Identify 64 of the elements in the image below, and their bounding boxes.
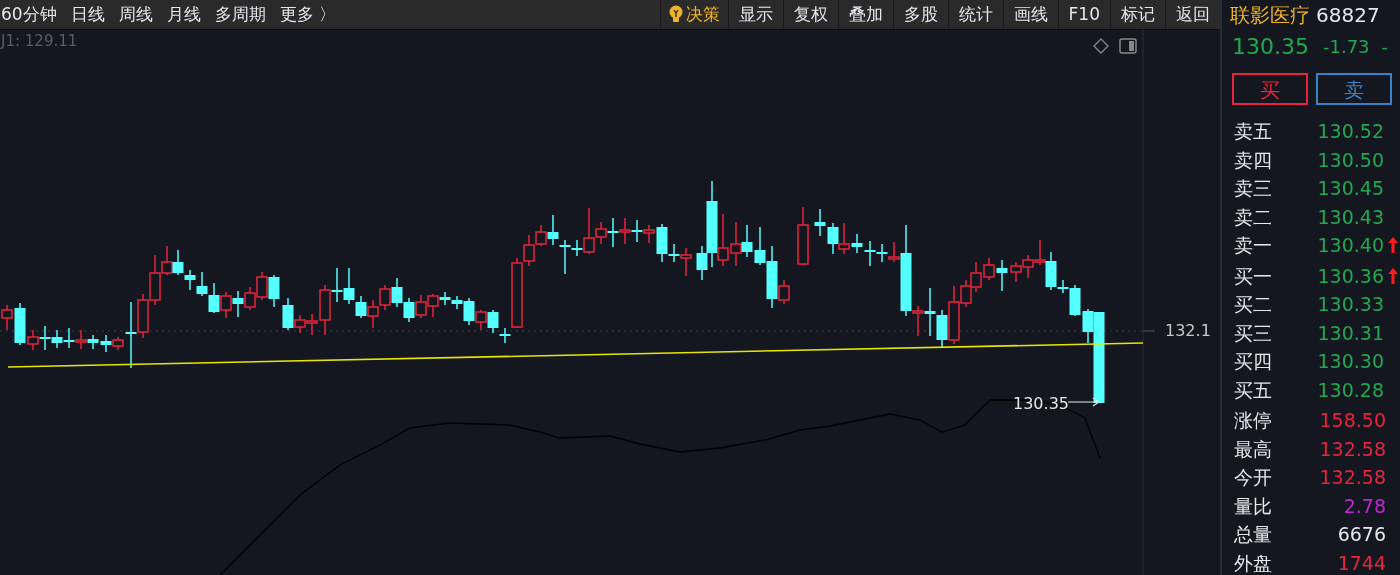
- stat-label: 总量: [1234, 522, 1272, 547]
- stat-label: 外盘: [1234, 550, 1272, 575]
- stat-label: 今开: [1234, 465, 1272, 490]
- sell-button[interactable]: 卖: [1316, 73, 1392, 105]
- order-level-label: 买一: [1234, 263, 1273, 289]
- diamond-icon[interactable]: [1093, 38, 1109, 54]
- toolbar-button[interactable]: 复权: [782, 0, 838, 29]
- price-change: -1.73: [1323, 35, 1370, 59]
- axis-tick: [1142, 330, 1156, 332]
- period-tab[interactable]: 多周期: [214, 1, 266, 28]
- stat-value: 2.78: [1343, 493, 1386, 519]
- toolbar-button[interactable]: 显示: [727, 0, 783, 29]
- up-arrow-icon: [1388, 267, 1398, 284]
- stat-value: 132.58: [1319, 465, 1386, 490]
- up-arrow-icon: [1388, 237, 1398, 254]
- pointer-arrow-icon: [1068, 397, 1100, 407]
- toolbar-button[interactable]: 叠加: [837, 0, 893, 29]
- stat-label: 涨停: [1234, 408, 1272, 433]
- order-level-label: 买五: [1234, 377, 1273, 403]
- order-price: 130.50: [1317, 147, 1384, 173]
- period-tab[interactable]: 日线: [70, 1, 105, 28]
- toolbar-button[interactable]: F10: [1057, 0, 1110, 29]
- order-price: 130.36: [1317, 263, 1384, 289]
- order-price: 130.33: [1317, 292, 1384, 317]
- order-price: 130.52: [1317, 119, 1384, 144]
- toolbar-button[interactable]: 标记: [1110, 0, 1165, 29]
- change-percent: -: [1381, 35, 1389, 59]
- buy-button[interactable]: 买: [1232, 73, 1308, 105]
- order-level-label: 卖四: [1234, 147, 1273, 173]
- order-price: 130.30: [1317, 349, 1384, 374]
- period-tab[interactable]: 更多 〉: [279, 1, 337, 28]
- stat-value: 6676: [1337, 522, 1386, 547]
- last-price-label: 130.35: [1013, 393, 1069, 415]
- decision-button[interactable]: 决策: [659, 0, 728, 29]
- toolbar-button[interactable]: 多股: [892, 0, 948, 29]
- order-price: 130.40: [1317, 233, 1384, 258]
- order-price: 130.28: [1317, 377, 1384, 403]
- order-level-label: 卖三: [1234, 176, 1273, 201]
- stat-value: 158.50: [1319, 408, 1386, 433]
- stat-value: 1744: [1337, 550, 1386, 575]
- order-level-label: 卖二: [1234, 204, 1273, 230]
- period-tab[interactable]: 周线: [118, 1, 153, 28]
- stat-value: 132.58: [1319, 436, 1386, 462]
- order-level-label: 卖五: [1234, 119, 1273, 144]
- indicator-value: J1: 129.11: [1, 31, 78, 52]
- order-level-label: 买四: [1234, 349, 1273, 374]
- period-tab[interactable]: 月线: [166, 1, 201, 28]
- order-level-label: 买二: [1234, 292, 1273, 317]
- toolbar-button[interactable]: 统计: [947, 0, 1003, 29]
- panel-toggle-icon[interactable]: [1119, 38, 1137, 54]
- order-price: 130.31: [1317, 320, 1384, 346]
- period-tab[interactable]: 60分钟: [1, 1, 57, 28]
- order-price: 130.45: [1317, 176, 1384, 201]
- axis-price-label: 132.1: [1165, 320, 1211, 342]
- stock-code: 68827: [1316, 2, 1380, 29]
- stock-name: 联影医疗: [1230, 2, 1310, 29]
- stat-label: 最高: [1234, 436, 1272, 462]
- current-price: 130.35: [1232, 33, 1309, 61]
- order-price: 130.43: [1317, 204, 1384, 230]
- lightbulb-icon: [668, 4, 683, 25]
- toolbar-button[interactable]: 画线: [1002, 0, 1058, 29]
- stat-label: 量比: [1234, 493, 1272, 519]
- order-level-label: 卖一: [1234, 233, 1273, 258]
- order-level-label: 买三: [1234, 320, 1273, 346]
